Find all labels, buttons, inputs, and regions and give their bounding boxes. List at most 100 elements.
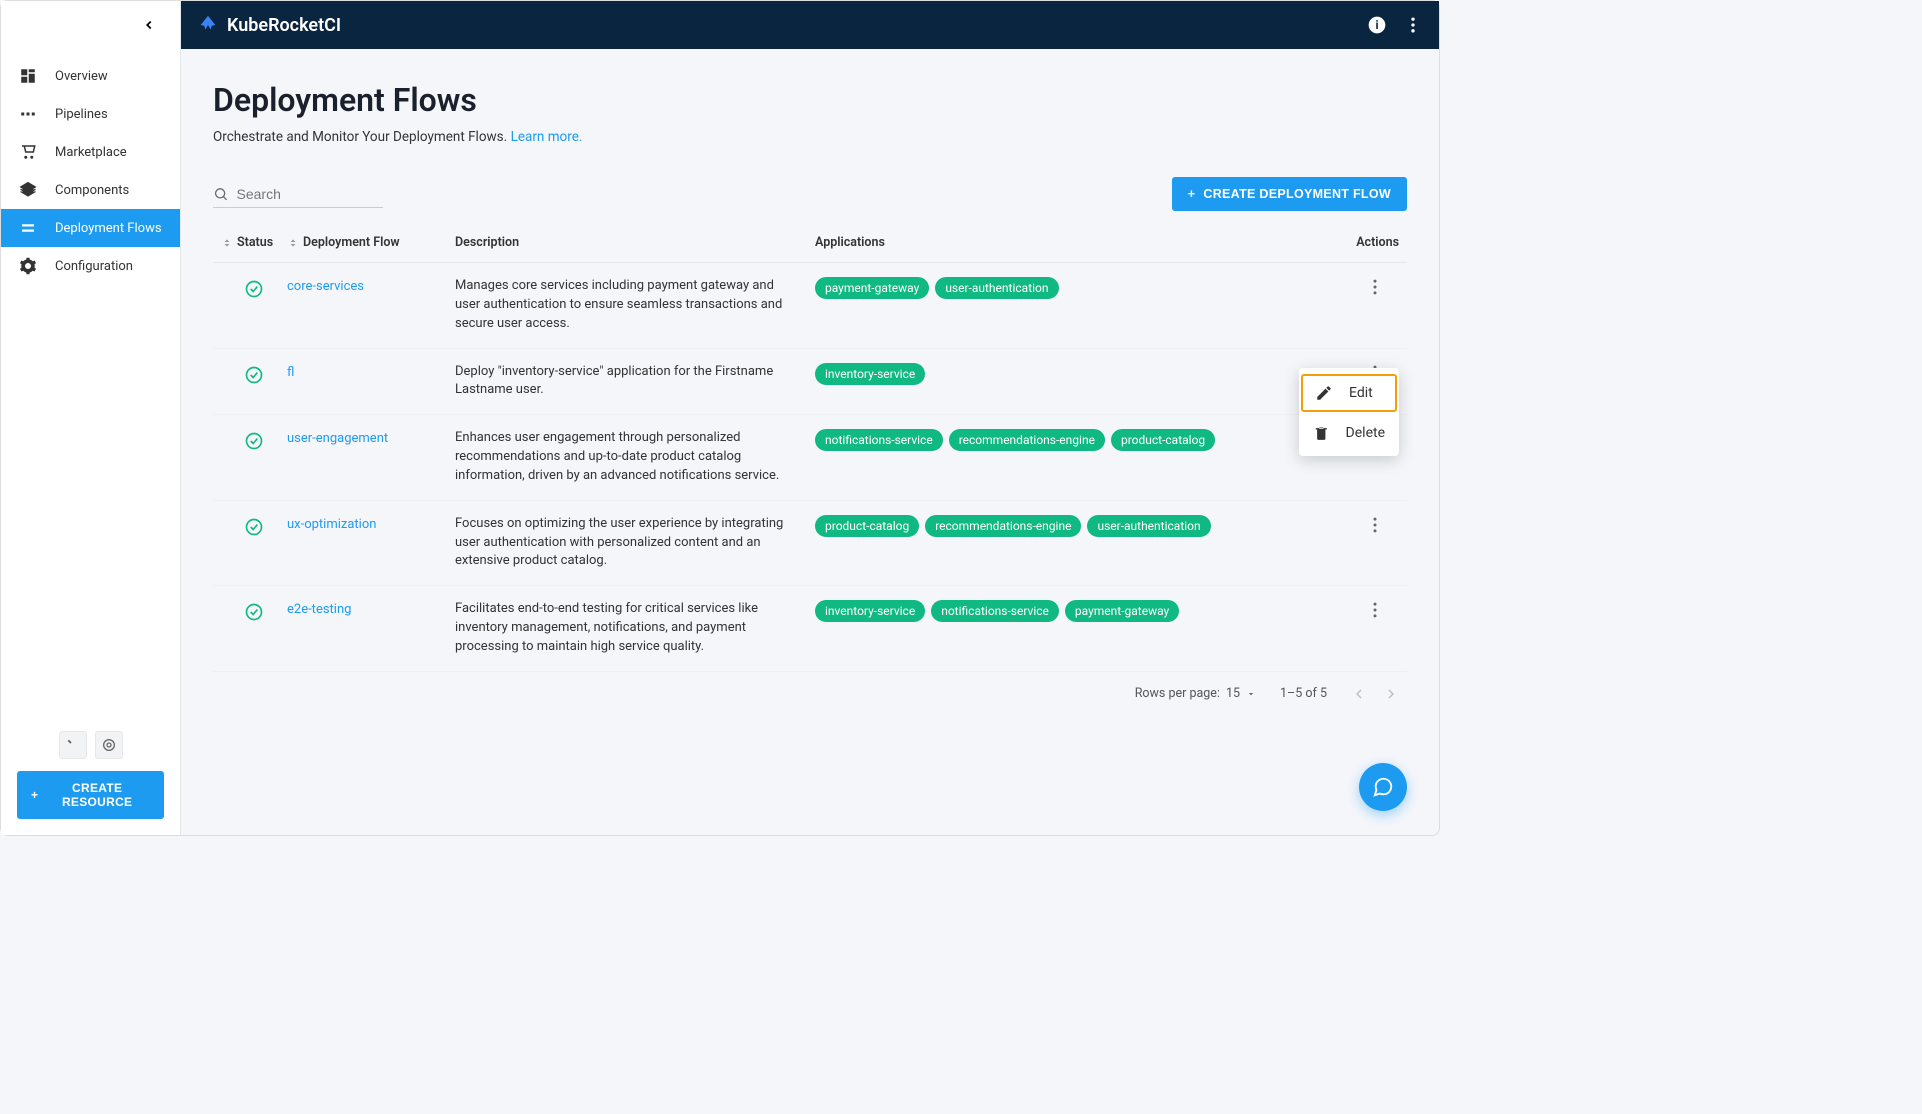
more-vert-icon[interactable] xyxy=(1365,600,1385,620)
table-body: core-services Manages core services incl… xyxy=(213,263,1407,672)
tool-icon-1[interactable] xyxy=(59,731,87,759)
table-header: Status Deployment Flow Description Appli… xyxy=(213,223,1407,263)
app-chip[interactable]: recommendations-engine xyxy=(925,515,1081,537)
app-chip[interactable]: recommendations-engine xyxy=(949,429,1105,451)
flow-icon xyxy=(19,219,37,237)
pencil-icon xyxy=(1315,384,1333,402)
app-chip[interactable]: notifications-service xyxy=(815,429,943,451)
apps-cell: inventory-service notifications-service pa… xyxy=(815,600,1339,622)
apps-cell: product-catalog recommendations-engine use… xyxy=(815,515,1339,537)
more-vert-icon[interactable] xyxy=(1365,277,1385,297)
app-name: KubeRocketCI xyxy=(227,15,341,36)
create-resource-button[interactable]: + CREATE RESOURCE xyxy=(17,771,164,819)
description-cell: Focuses on optimizing the user experienc… xyxy=(455,515,815,572)
gear-icon xyxy=(19,257,37,275)
status-cell xyxy=(221,515,287,537)
col-applications: Applications xyxy=(815,235,1339,250)
plus-icon: + xyxy=(1188,187,1196,201)
sidebar-item-pipelines[interactable]: Pipelines xyxy=(1,95,180,133)
table-row: e2e-testing Facilitates end-to-end testi… xyxy=(213,586,1407,672)
info-icon[interactable]: i xyxy=(1367,15,1387,35)
pagination-range: 1–5 of 5 xyxy=(1280,686,1327,701)
trash-icon xyxy=(1313,424,1330,442)
col-actions: Actions xyxy=(1339,235,1399,250)
check-circle-icon xyxy=(244,517,264,537)
check-circle-icon xyxy=(244,279,264,299)
chevron-left-icon[interactable] xyxy=(142,18,156,32)
check-circle-icon xyxy=(244,431,264,451)
create-df-label: CREATE DEPLOYMENT FLOW xyxy=(1203,187,1391,201)
create-deployment-flow-button[interactable]: + CREATE DEPLOYMENT FLOW xyxy=(1172,177,1407,211)
status-cell xyxy=(221,277,287,299)
sidebar-item-configuration[interactable]: Configuration xyxy=(1,247,180,285)
sidebar-item-overview[interactable]: Overview xyxy=(1,57,180,95)
sidebar-item-label: Configuration xyxy=(55,259,133,274)
flow-name-link[interactable]: e2e-testing xyxy=(287,600,455,617)
plus-icon: + xyxy=(31,788,38,802)
more-vert-icon[interactable] xyxy=(1365,515,1385,535)
sidebar-item-label: Deployment Flows xyxy=(55,221,162,236)
tool-icon-2[interactable] xyxy=(95,731,123,759)
sidebar-item-label: Pipelines xyxy=(55,107,108,122)
actions-cell xyxy=(1339,277,1399,297)
status-cell xyxy=(221,429,287,451)
pipelines-icon xyxy=(19,105,37,123)
actions-cell xyxy=(1339,600,1399,620)
sidebar-item-deployment-flows[interactable]: Deployment Flows xyxy=(1,209,180,247)
chat-fab[interactable] xyxy=(1359,763,1407,811)
app-chip[interactable]: user-authentication xyxy=(1087,515,1210,537)
more-vert-icon[interactable] xyxy=(1403,15,1423,35)
search-input[interactable] xyxy=(237,186,383,202)
prev-page-icon[interactable] xyxy=(1351,686,1367,702)
table-row: ux-optimization Focuses on optimizing th… xyxy=(213,501,1407,587)
page-subtitle: Orchestrate and Monitor Your Deployment … xyxy=(213,129,1407,145)
chat-icon xyxy=(1372,776,1394,798)
deployment-flows-table: Status Deployment Flow Description Appli… xyxy=(213,223,1407,716)
layers-icon xyxy=(19,181,37,199)
app-chip[interactable]: product-catalog xyxy=(815,515,919,537)
menu-edit[interactable]: Edit xyxy=(1301,374,1397,412)
sidebar-item-components[interactable]: Components xyxy=(1,171,180,209)
actions-cell xyxy=(1339,515,1399,535)
flow-name-link[interactable]: user-engagement xyxy=(287,429,455,446)
app-chip[interactable]: notifications-service xyxy=(931,600,1059,622)
sort-icon xyxy=(287,237,299,249)
next-page-icon[interactable] xyxy=(1383,686,1399,702)
sidebar-item-marketplace[interactable]: Marketplace xyxy=(1,133,180,171)
app-logo[interactable]: KubeRocketCI xyxy=(197,14,341,36)
table-footer: Rows per page: 15 1–5 of 5 xyxy=(213,672,1407,716)
col-description: Description xyxy=(455,235,815,250)
sidebar: Overview Pipelines Marketplace Component… xyxy=(1,1,181,835)
app-chip[interactable]: inventory-service xyxy=(815,363,925,385)
apps-cell: inventory-service xyxy=(815,363,1339,385)
col-flow[interactable]: Deployment Flow xyxy=(287,235,455,250)
col-status[interactable]: Status xyxy=(221,235,287,250)
status-cell xyxy=(221,363,287,385)
description-cell: Enhances user engagement through persona… xyxy=(455,429,815,486)
flow-name-link[interactable]: ux-optimization xyxy=(287,515,455,532)
app-chip[interactable]: payment-gateway xyxy=(815,277,929,299)
menu-delete[interactable]: Delete xyxy=(1299,414,1399,452)
svg-text:i: i xyxy=(1375,18,1378,32)
description-cell: Facilitates end-to-end testing for criti… xyxy=(455,600,815,657)
table-row: fl Deploy "inventory-service" applicatio… xyxy=(213,349,1407,416)
sidebar-header xyxy=(1,1,180,49)
sidebar-item-label: Components xyxy=(55,183,129,198)
rocket-icon xyxy=(197,14,219,36)
app-chip[interactable]: inventory-service xyxy=(815,600,925,622)
description-cell: Manages core services including payment … xyxy=(455,277,815,334)
topbar: KubeRocketCI i xyxy=(181,1,1439,49)
rows-per-page[interactable]: Rows per page: 15 xyxy=(1135,686,1256,701)
sort-icon xyxy=(221,237,233,249)
app-chip[interactable]: payment-gateway xyxy=(1065,600,1179,622)
table-row: core-services Manages core services incl… xyxy=(213,263,1407,349)
flow-name-link[interactable]: core-services xyxy=(287,277,455,294)
apps-cell: payment-gateway user-authentication xyxy=(815,277,1339,299)
app-chip[interactable]: user-authentication xyxy=(935,277,1058,299)
apps-cell: notifications-service recommendations-eng… xyxy=(815,429,1339,451)
flow-name-link[interactable]: fl xyxy=(287,363,455,380)
learn-more-link[interactable]: Learn more. xyxy=(511,129,583,145)
page-title: Deployment Flows xyxy=(213,81,1407,119)
app-chip[interactable]: product-catalog xyxy=(1111,429,1215,451)
status-cell xyxy=(221,600,287,622)
